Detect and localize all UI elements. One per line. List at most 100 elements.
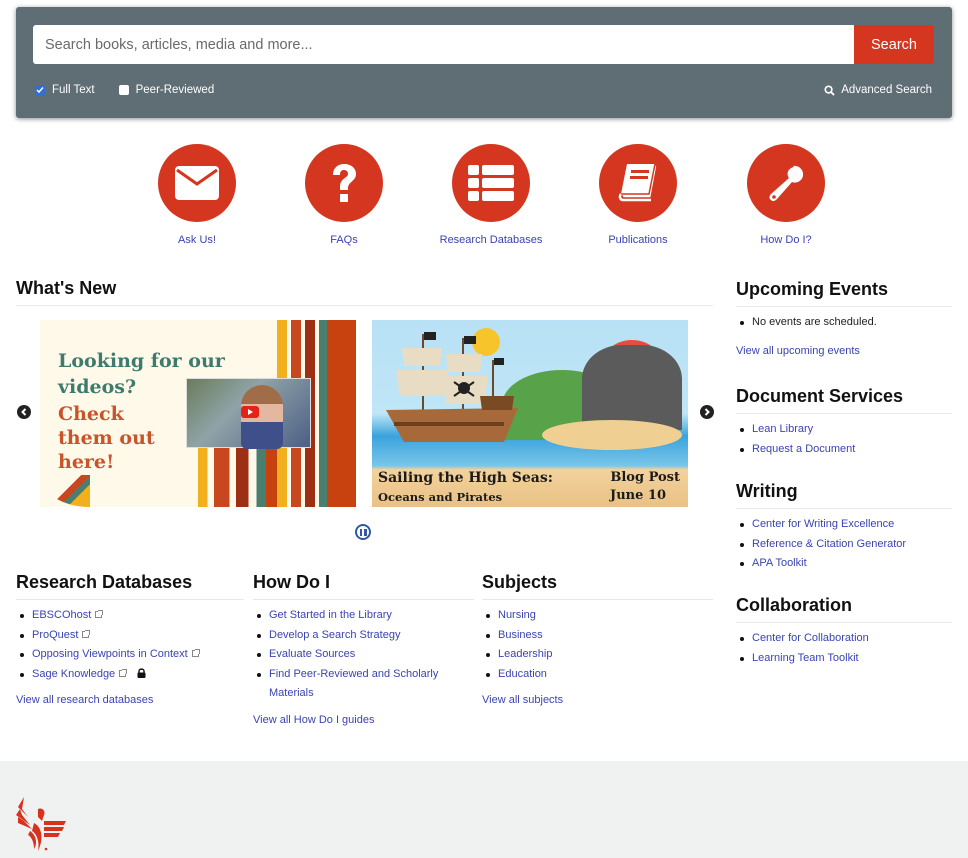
guide-link[interactable]: Develop a Search Strategy [269,629,400,641]
view-all-events-link[interactable]: View all upcoming events [736,345,952,357]
subject-link[interactable]: Leadership [498,648,552,660]
peer-reviewed-filter[interactable]: Peer-Reviewed [118,84,215,96]
document-services-section: Document Services Lean Library Request a… [736,386,952,459]
collaboration-center-link[interactable]: Center for Collaboration [752,632,869,644]
whats-new-section: What's New [16,278,713,306]
peer-reviewed-label: Peer-Reviewed [135,84,215,96]
decor-stripe [198,445,277,507]
chevron-right-icon [704,408,710,416]
view-all-subjects-link[interactable]: View all subjects [482,694,713,706]
request-document-link[interactable]: Request a Document [752,443,855,455]
slide-title-line2: Oceans and Pirates [378,490,503,504]
slide-tag-line1: Blog Post [610,470,680,485]
list-item: Center for Collaboration [736,629,952,649]
collaboration-section: Collaboration Center for Collaboration L… [736,595,952,668]
full-text-filter[interactable]: Full Text [35,84,95,96]
writing-section: Writing Center for Writing Excellence Re… [736,481,952,574]
full-text-label: Full Text [52,84,95,96]
view-all-how-do-i-link[interactable]: View all How Do I guides [253,714,474,726]
question-mark-icon [333,164,356,202]
list-item: Education [482,665,713,685]
quick-link-research-databases[interactable]: Research Databases [431,144,551,246]
quick-link-circle [452,144,530,222]
document-services-list: Lean Library Request a Document [736,420,952,459]
guide-link[interactable]: Get Started in the Library [269,609,392,621]
subject-link[interactable]: Nursing [498,609,536,621]
quick-link-how-do-i[interactable]: How Do I? [726,144,846,246]
slide-title-line1: Sailing the High Seas: [378,470,553,486]
database-link-opposing-viewpoints[interactable]: Opposing Viewpoints in Context [32,648,188,660]
whats-new-heading: What's New [16,278,713,306]
learning-team-toolkit-link[interactable]: Learning Team Toolkit [752,652,859,664]
search-input[interactable] [33,25,854,64]
quick-link-faqs[interactable]: FAQs [284,144,404,246]
view-all-research-databases-link[interactable]: View all research databases [16,694,244,706]
book-icon [618,162,658,202]
subjects-heading: Subjects [482,572,713,600]
writing-heading: Writing [736,481,952,509]
quick-link-label: How Do I? [760,234,812,246]
writing-excellence-link[interactable]: Center for Writing Excellence [752,518,894,530]
chevron-left-icon [21,408,27,416]
list-item: Get Started in the Library [253,606,474,626]
list-item: No events are scheduled. [736,313,952,333]
list-item: Leadership [482,645,713,665]
how-do-i-list: Get Started in the Library Develop a Sea… [253,606,474,704]
quick-link-ask-us[interactable]: Ask Us! [137,144,257,246]
list-item: Reference & Citation Generator [736,535,952,555]
slide-subline: Check them out here! [58,403,155,473]
database-link-proquest[interactable]: ProQuest [32,629,78,641]
full-text-checkbox[interactable] [35,85,45,95]
external-link-icon [95,610,104,618]
quick-link-label: Research Databases [439,234,543,246]
search-button[interactable]: Search [854,25,934,64]
slide-videos[interactable]: Looking for our videos? Check them out h… [40,320,356,507]
carousel-prev-button[interactable] [17,405,31,419]
slide-blog-post[interactable]: Sailing the High Seas: Oceans and Pirate… [372,320,688,507]
search-row: Search [33,25,934,64]
carousel-pause-button[interactable] [355,524,371,540]
carousel-next-button[interactable] [700,405,714,419]
guide-link[interactable]: Evaluate Sources [269,648,355,660]
lock-icon [137,668,146,678]
quick-link-publications[interactable]: Publications [578,144,698,246]
subjects-section: Subjects Nursing Business Leadership Edu… [482,572,713,706]
research-databases-heading: Research Databases [16,572,244,600]
advanced-search-label: Advanced Search [841,84,932,96]
guide-link[interactable]: Find Peer-Reviewed and Scholarly Materia… [269,668,438,700]
search-panel: Search Full Text Peer-Reviewed Advanced … [16,7,952,118]
database-link-ebscohost[interactable]: EBSCOhost [32,609,91,621]
decor-corner [40,475,90,507]
peer-reviewed-checkbox[interactable] [118,85,129,95]
collaboration-heading: Collaboration [736,595,952,623]
list-item: Develop a Search Strategy [253,626,474,646]
search-filters: Full Text Peer-Reviewed [35,84,238,96]
footer [0,761,968,858]
quick-link-circle [158,144,236,222]
quick-link-label: FAQs [330,234,358,246]
decor-island [542,420,682,450]
list-item: Learning Team Toolkit [736,649,952,669]
subject-link[interactable]: Business [498,629,543,641]
quick-link-circle [747,144,825,222]
list-item: Find Peer-Reviewed and Scholarly Materia… [253,665,443,704]
list-item: Opposing Viewpoints in Context [16,645,244,665]
news-carousel: Looking for our videos? Check them out h… [0,320,720,550]
decor-mountain [582,345,682,430]
quick-links: Ask Us! FAQs Research Databases Publicat… [0,144,968,248]
database-link-sage-knowledge[interactable]: Sage Knowledge [32,668,115,680]
citation-generator-link[interactable]: Reference & Citation Generator [752,538,906,550]
how-do-i-heading: How Do I [253,572,474,600]
external-link-icon [82,629,91,638]
pause-icon-bar [364,528,367,536]
quick-link-circle [599,144,677,222]
apa-toolkit-link[interactable]: APA Toolkit [752,557,807,569]
advanced-search-link[interactable]: Advanced Search [824,84,932,96]
upcoming-events-section: Upcoming Events No events are scheduled.… [736,279,952,357]
subject-link[interactable]: Education [498,668,547,680]
research-databases-list: EBSCOhost ProQuest Opposing Viewpoints i… [16,606,244,684]
lean-library-link[interactable]: Lean Library [752,423,813,435]
upcoming-events-heading: Upcoming Events [736,279,952,307]
list-item: Request a Document [736,440,952,460]
pause-icon-bar [359,528,362,536]
